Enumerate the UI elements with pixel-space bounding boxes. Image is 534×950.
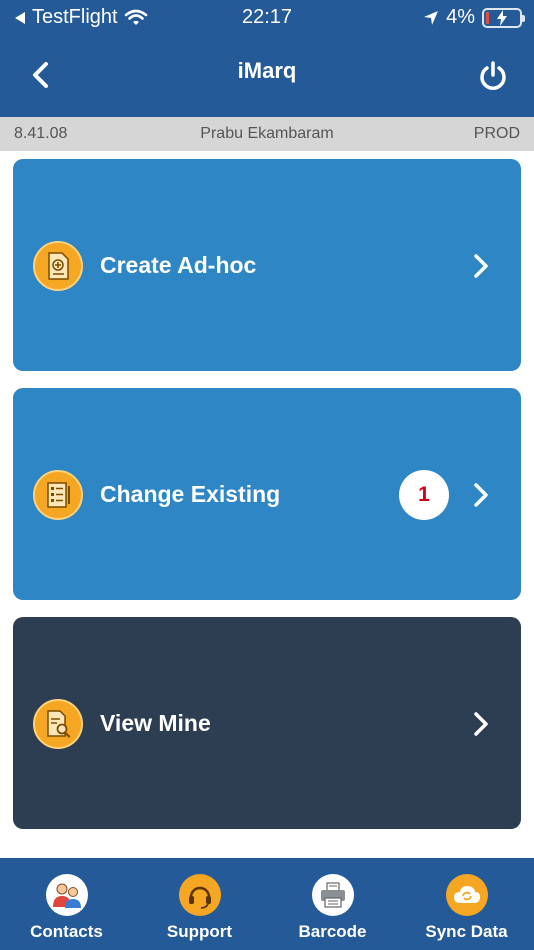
tab-contacts[interactable]: Contacts <box>0 858 133 950</box>
create-adhoc-card[interactable]: Create Ad-hoc <box>13 159 521 371</box>
tab-support[interactable]: Support <box>133 858 266 950</box>
add-document-icon <box>33 241 83 291</box>
environment-label: PROD <box>473 125 520 142</box>
card-label: Change Existing <box>100 481 281 507</box>
power-icon <box>480 61 506 90</box>
info-strip: 8.41.08 Prabu Ekambaram PROD <box>0 117 534 151</box>
contacts-icon <box>46 874 88 916</box>
tab-barcode[interactable]: Barcode <box>266 858 399 950</box>
tab-label: Contacts <box>30 922 103 941</box>
chevron-right-icon <box>474 254 488 278</box>
checklist-icon <box>33 470 83 520</box>
printer-icon <box>312 874 354 916</box>
cloud-sync-icon <box>446 874 488 916</box>
card-label: Create Ad-hoc <box>100 252 257 278</box>
battery-icon <box>482 7 525 28</box>
card-label: View Mine <box>100 710 211 736</box>
status-bar: TestFlight 22:17 4% <box>0 0 534 36</box>
app-header: TestFlight 22:17 4% iMarq <box>0 0 534 117</box>
user-name: Prabu Ekambaram <box>200 125 334 142</box>
bottom-tab-bar: Contacts Support Barcode Sync Data <box>0 858 534 950</box>
chevron-right-icon <box>474 483 488 507</box>
page-title: iMarq <box>237 58 297 83</box>
status-right: 4% <box>423 6 525 29</box>
count-badge: 1 <box>399 470 449 520</box>
chevron-right-icon <box>474 712 488 736</box>
change-existing-card[interactable]: Change Existing 1 <box>13 388 521 600</box>
document-search-icon <box>33 699 83 749</box>
tab-label: Sync Data <box>425 922 508 941</box>
battery-percent: 4% <box>446 6 475 28</box>
tab-sync-data[interactable]: Sync Data <box>400 858 533 950</box>
logout-button[interactable] <box>478 60 508 92</box>
headset-icon <box>179 874 221 916</box>
location-icon <box>424 10 439 25</box>
tab-label: Barcode <box>298 922 367 941</box>
view-mine-card[interactable]: View Mine <box>13 617 521 829</box>
tab-label: Support <box>166 922 233 941</box>
